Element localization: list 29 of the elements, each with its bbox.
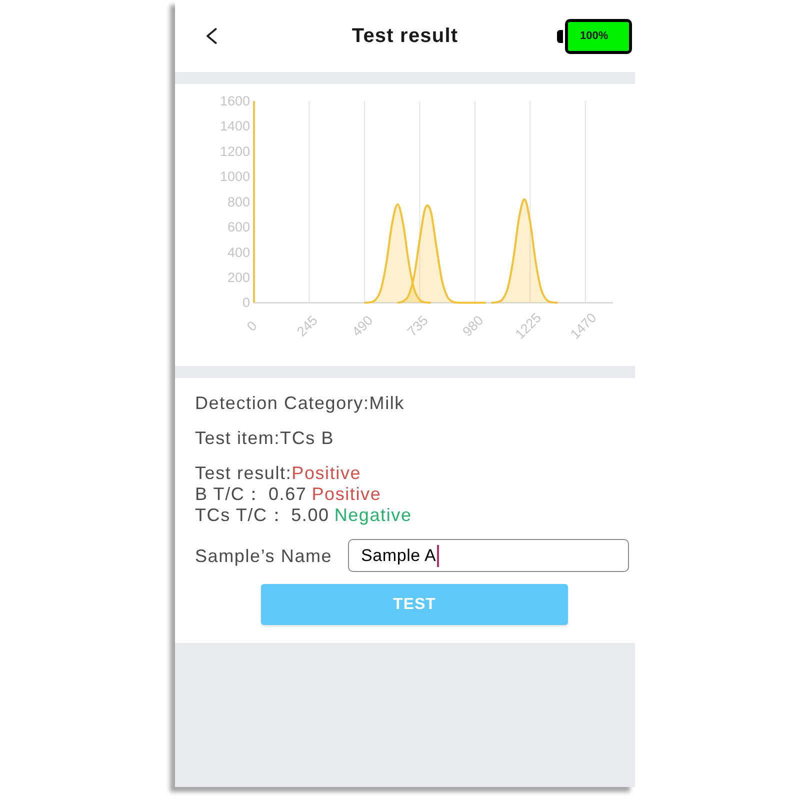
y-tick-label: 200	[227, 270, 250, 285]
detail-text: Detection Category:Milk	[195, 392, 404, 415]
ratio-value: 5.00	[291, 505, 330, 526]
x-tick-label: 0	[244, 318, 260, 334]
y-tick-label: 1000	[220, 169, 250, 184]
result-label: TCs T/C：	[195, 505, 286, 526]
y-tick-label: 1400	[220, 118, 250, 134]
back-icon[interactable]	[206, 28, 217, 44]
result-status: Positive	[312, 484, 382, 505]
x-tick-label: 735	[404, 312, 431, 340]
battery-indicator: 100%	[557, 18, 632, 54]
result-label: B T/C：	[195, 484, 264, 505]
result-label: Test result:	[195, 463, 292, 484]
y-tick-label: 0	[242, 295, 250, 310]
y-tick-label: 600	[227, 220, 250, 235]
x-tick-label: 490	[349, 312, 376, 340]
result-status: Negative	[334, 505, 412, 526]
x-tick-label: 245	[294, 312, 320, 340]
y-tick-label: 1600	[220, 94, 250, 108]
result-status: Positive	[292, 463, 362, 484]
y-tick-label: 800	[227, 194, 250, 210]
sample-name-input[interactable]: Sample A	[348, 539, 629, 572]
screen-title: Test result	[352, 24, 458, 49]
ratio-value: 0.67	[268, 484, 307, 505]
detail-text: Test item:TCs B	[195, 427, 334, 450]
x-tick-label: 980	[460, 312, 486, 340]
y-tick-label: 1200	[220, 144, 250, 159]
y-tick-label: 400	[227, 244, 250, 260]
sample-name-label: Sample’s Name	[195, 544, 334, 568]
